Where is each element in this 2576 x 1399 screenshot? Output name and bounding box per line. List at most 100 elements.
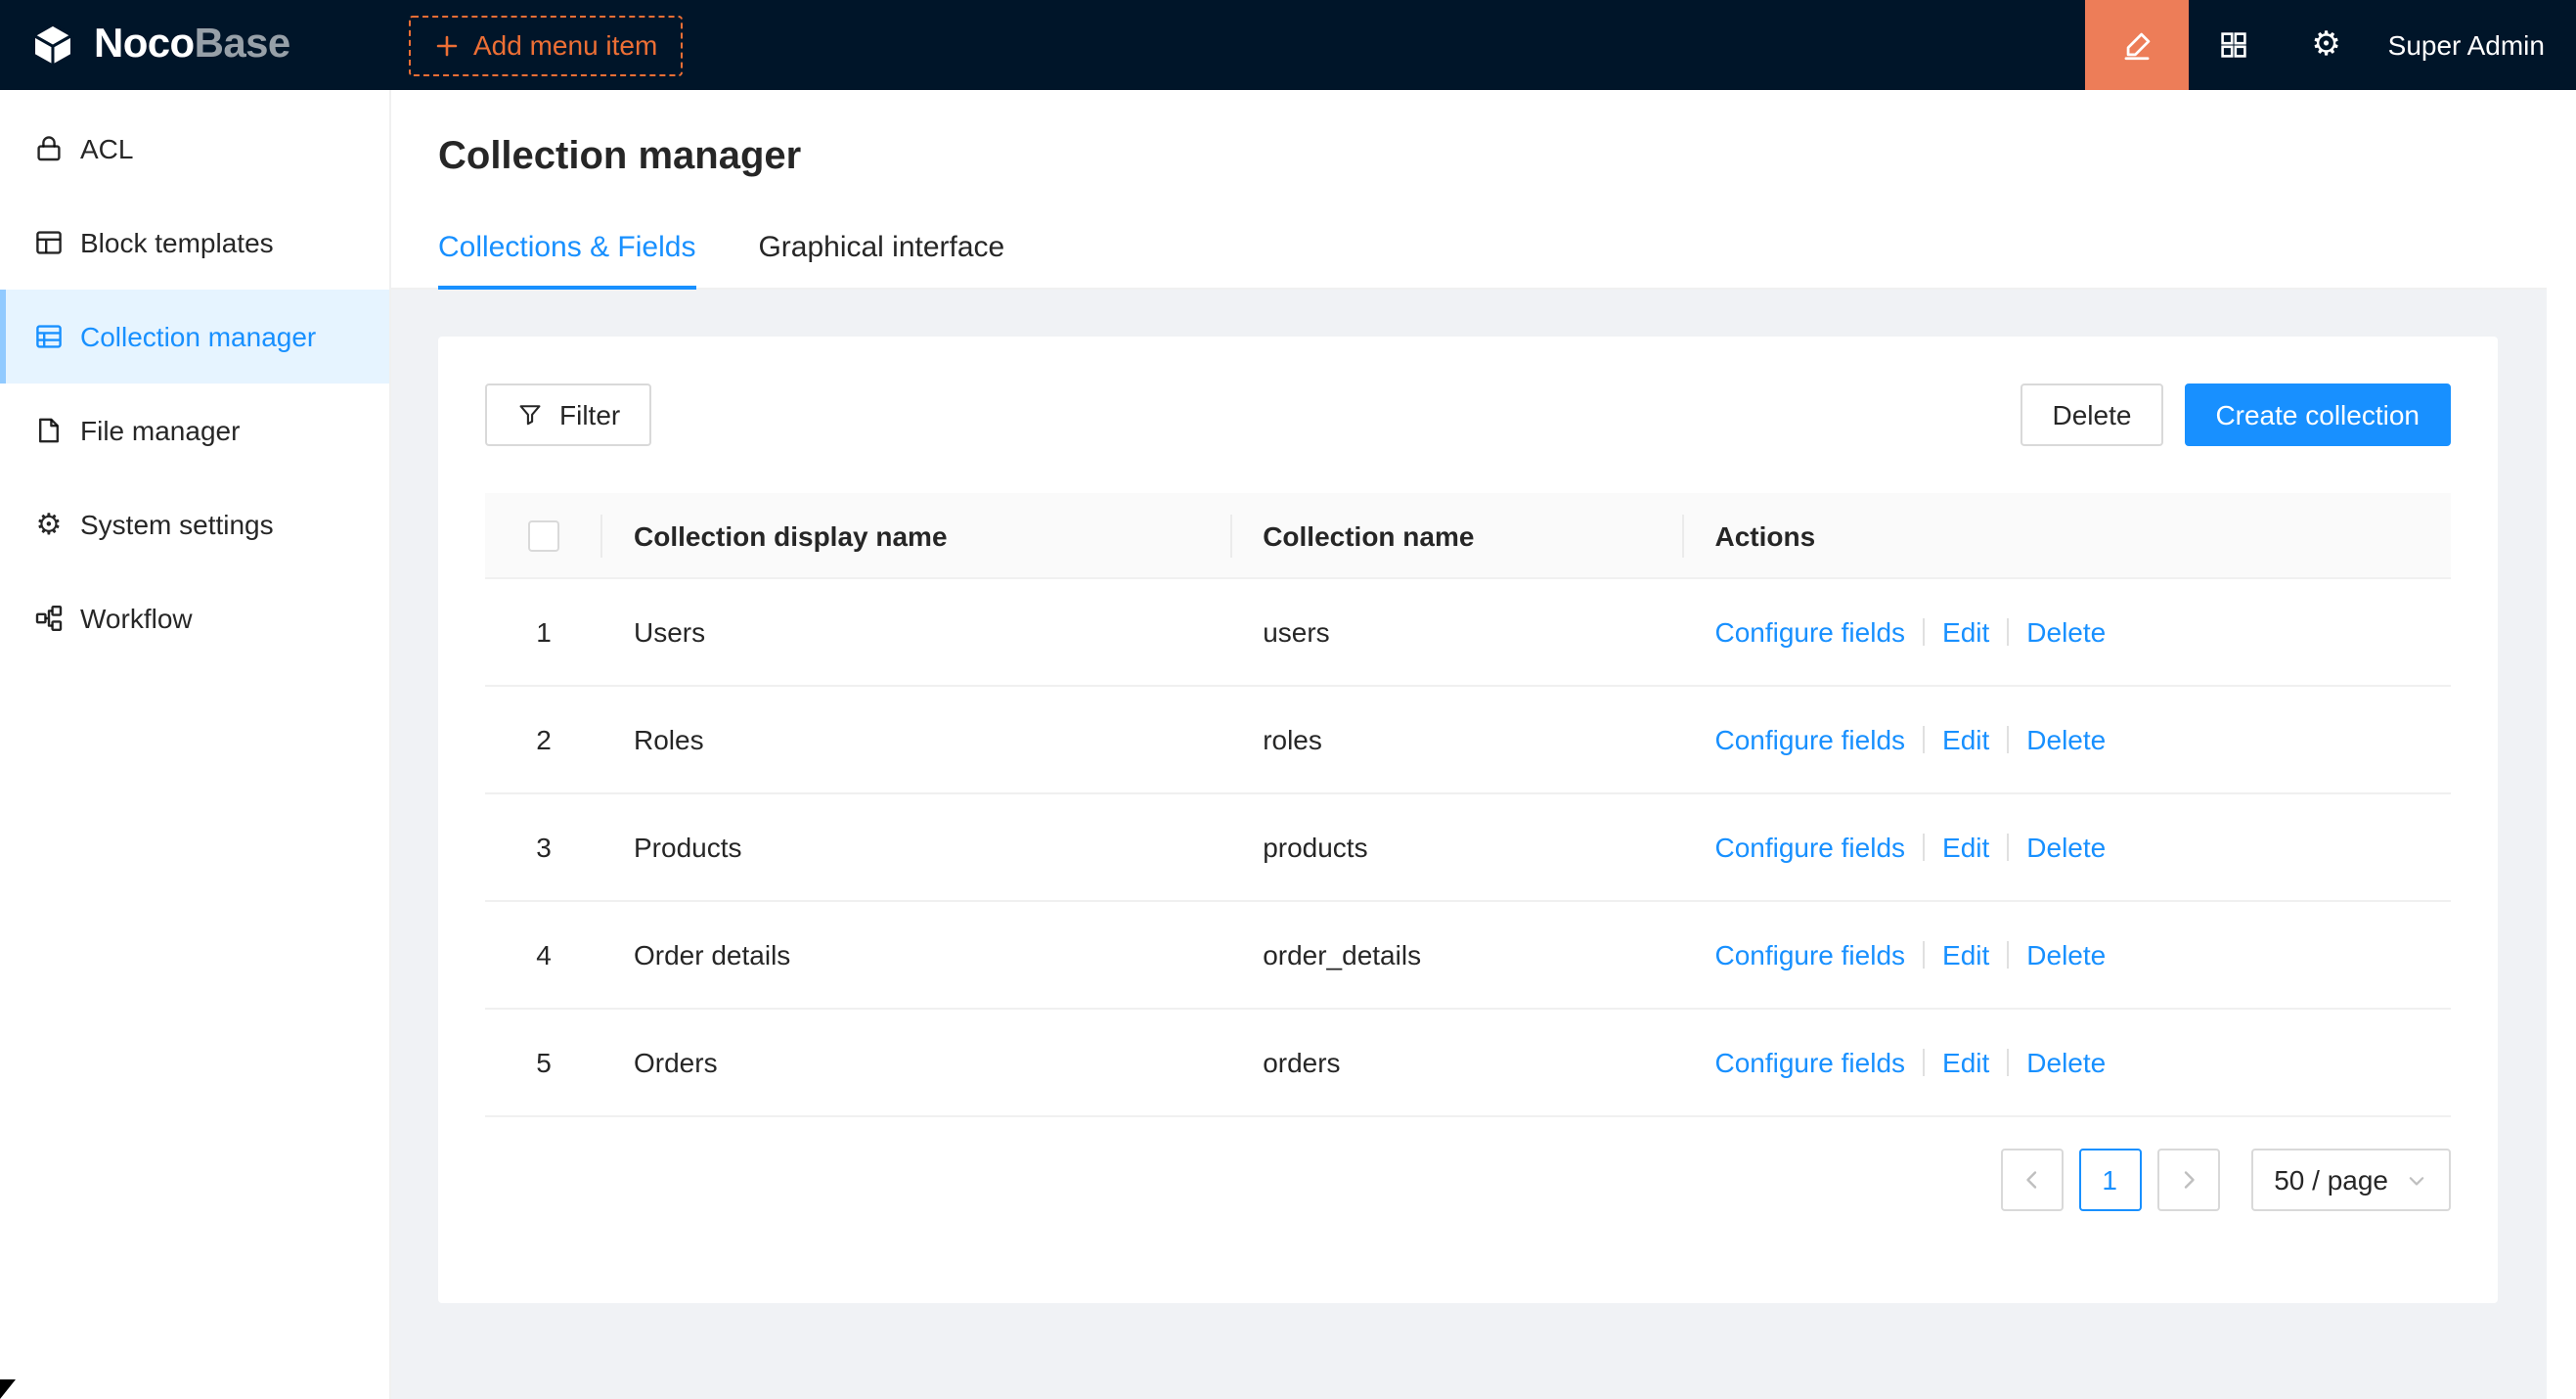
sidebar-item-block-templates[interactable]: Block templates: [0, 196, 389, 290]
delete-link[interactable]: Delete: [2026, 1047, 2106, 1078]
settings-sidebar: ACL Block templates Coll: [0, 90, 391, 1399]
row-index: 4: [485, 939, 602, 970]
configure-fields-link[interactable]: Configure fields: [1714, 939, 1905, 970]
sidebar-item-file-manager[interactable]: File manager: [0, 384, 389, 477]
collections-table: Collection display name Collection name …: [485, 493, 2451, 1117]
divider: [2007, 618, 2009, 646]
main-area: Collection manager Collections & Fields …: [391, 90, 2576, 1399]
sidebar-item-collection-manager[interactable]: Collection manager: [0, 290, 389, 384]
settings-button[interactable]: ⚙: [2281, 0, 2373, 90]
cell-actions: Configure fields Edit Delete: [1683, 939, 2451, 970]
delete-label: Delete: [2053, 399, 2132, 430]
divider: [2007, 726, 2009, 753]
table-row: 1 Users users Configure fields Edit Dele…: [485, 579, 2451, 687]
delete-link[interactable]: Delete: [2026, 616, 2106, 648]
sidebar-item-label: Collection manager: [80, 321, 316, 352]
nocobase-logo[interactable]: NocoBase: [0, 20, 391, 70]
table-row: 2 Roles roles Configure fields Edit Dele…: [485, 687, 2451, 794]
page-size-select[interactable]: 50 / page: [2250, 1149, 2451, 1211]
previous-page-button[interactable]: [2000, 1149, 2063, 1211]
create-collection-button[interactable]: Create collection: [2184, 384, 2451, 446]
delete-link[interactable]: Delete: [2026, 832, 2106, 863]
delete-button[interactable]: Delete: [2021, 384, 2163, 446]
divider: [1923, 1049, 1925, 1076]
scrollbar[interactable]: [2547, 90, 2576, 1399]
table-header-row: Collection display name Collection name …: [485, 493, 2451, 579]
cell-display-name: Orders: [602, 1047, 1231, 1078]
edit-link[interactable]: Edit: [1942, 724, 1989, 755]
add-menu-item-button[interactable]: Add menu item: [409, 15, 683, 75]
page-size-value: 50 / page: [2274, 1164, 2388, 1196]
table-header-select: [485, 493, 602, 577]
highlighter-icon: [2120, 28, 2154, 62]
table-icon: [33, 321, 65, 352]
gear-icon: ⚙: [2311, 28, 2341, 62]
column-header-display-name: Collection display name: [602, 493, 1231, 577]
pagination: 1 50 / page: [485, 1149, 2451, 1211]
cursor-artifact: [0, 1379, 16, 1399]
cell-name: roles: [1231, 724, 1683, 755]
divider: [1923, 941, 1925, 969]
configure-fields-link[interactable]: Configure fields: [1714, 616, 1905, 648]
cell-display-name: Users: [602, 616, 1231, 648]
sidebar-item-system-settings[interactable]: ⚙ System settings: [0, 477, 389, 571]
edit-link[interactable]: Edit: [1942, 1047, 1989, 1078]
cell-name: users: [1231, 616, 1683, 648]
sidebar-item-label: System settings: [80, 509, 274, 540]
column-header-actions: Actions: [1683, 493, 2451, 577]
tab-graphical-interface[interactable]: Graphical interface: [758, 211, 1004, 288]
filter-icon: [516, 401, 544, 429]
divider: [2007, 941, 2009, 969]
cell-actions: Configure fields Edit Delete: [1683, 1047, 2451, 1078]
sidebar-item-label: ACL: [80, 133, 133, 164]
sidebar-item-acl[interactable]: ACL: [0, 102, 389, 196]
page-1-button[interactable]: 1: [2078, 1149, 2141, 1211]
plugins-button[interactable]: [2189, 0, 2281, 90]
edit-link[interactable]: Edit: [1942, 832, 1989, 863]
sidebar-item-label: Workflow: [80, 603, 193, 634]
plus-icon: [434, 32, 460, 58]
app-window: NocoBase Add menu item: [0, 0, 2576, 1399]
configure-fields-link[interactable]: Configure fields: [1714, 832, 1905, 863]
sidebar-item-workflow[interactable]: Workflow: [0, 571, 389, 665]
top-header: NocoBase Add menu item: [0, 0, 2576, 90]
row-index: 2: [485, 724, 602, 755]
sidebar-item-label: Block templates: [80, 227, 274, 258]
row-index: 5: [485, 1047, 602, 1078]
configure-fields-link[interactable]: Configure fields: [1714, 724, 1905, 755]
create-collection-label: Create collection: [2215, 399, 2420, 430]
configure-fields-link[interactable]: Configure fields: [1714, 1047, 1905, 1078]
tab-collections-fields[interactable]: Collections & Fields: [438, 211, 695, 288]
file-icon: [33, 415, 65, 446]
filter-button[interactable]: Filter: [485, 384, 651, 446]
header-actions: ⚙ Super Admin: [2085, 0, 2576, 90]
chevron-down-icon: [2406, 1169, 2427, 1191]
grid-apps-icon: [2219, 29, 2250, 61]
ui-editor-toggle-button[interactable]: [2085, 0, 2189, 90]
card-toolbar: Filter Delete Create collection: [485, 384, 2451, 446]
add-menu-item-label: Add menu item: [473, 29, 657, 61]
edit-link[interactable]: Edit: [1942, 616, 1989, 648]
table-row: 5 Orders orders Configure fields Edit De…: [485, 1010, 2451, 1117]
user-menu[interactable]: Super Admin: [2373, 29, 2576, 61]
edit-link[interactable]: Edit: [1942, 939, 1989, 970]
chevron-right-icon: [2176, 1168, 2199, 1192]
logo-text-primary: Noco: [94, 22, 195, 67]
next-page-button[interactable]: [2156, 1149, 2219, 1211]
page-header: Collection manager Collections & Fields …: [391, 90, 2576, 290]
logo-text: NocoBase: [94, 22, 290, 68]
table-row: 3 Products products Configure fields Edi…: [485, 794, 2451, 902]
sidebar-item-label: File manager: [80, 415, 240, 446]
cube-logo-icon: [27, 20, 78, 70]
cell-actions: Configure fields Edit Delete: [1683, 832, 2451, 863]
layout-icon: [33, 227, 65, 258]
lock-icon: [33, 133, 65, 164]
cell-name: orders: [1231, 1047, 1683, 1078]
page-title: Collection manager: [438, 129, 2529, 184]
chevron-left-icon: [2020, 1168, 2043, 1192]
select-all-checkbox[interactable]: [528, 519, 559, 551]
cell-name: order_details: [1231, 939, 1683, 970]
delete-link[interactable]: Delete: [2026, 724, 2106, 755]
divider: [1923, 726, 1925, 753]
delete-link[interactable]: Delete: [2026, 939, 2106, 970]
